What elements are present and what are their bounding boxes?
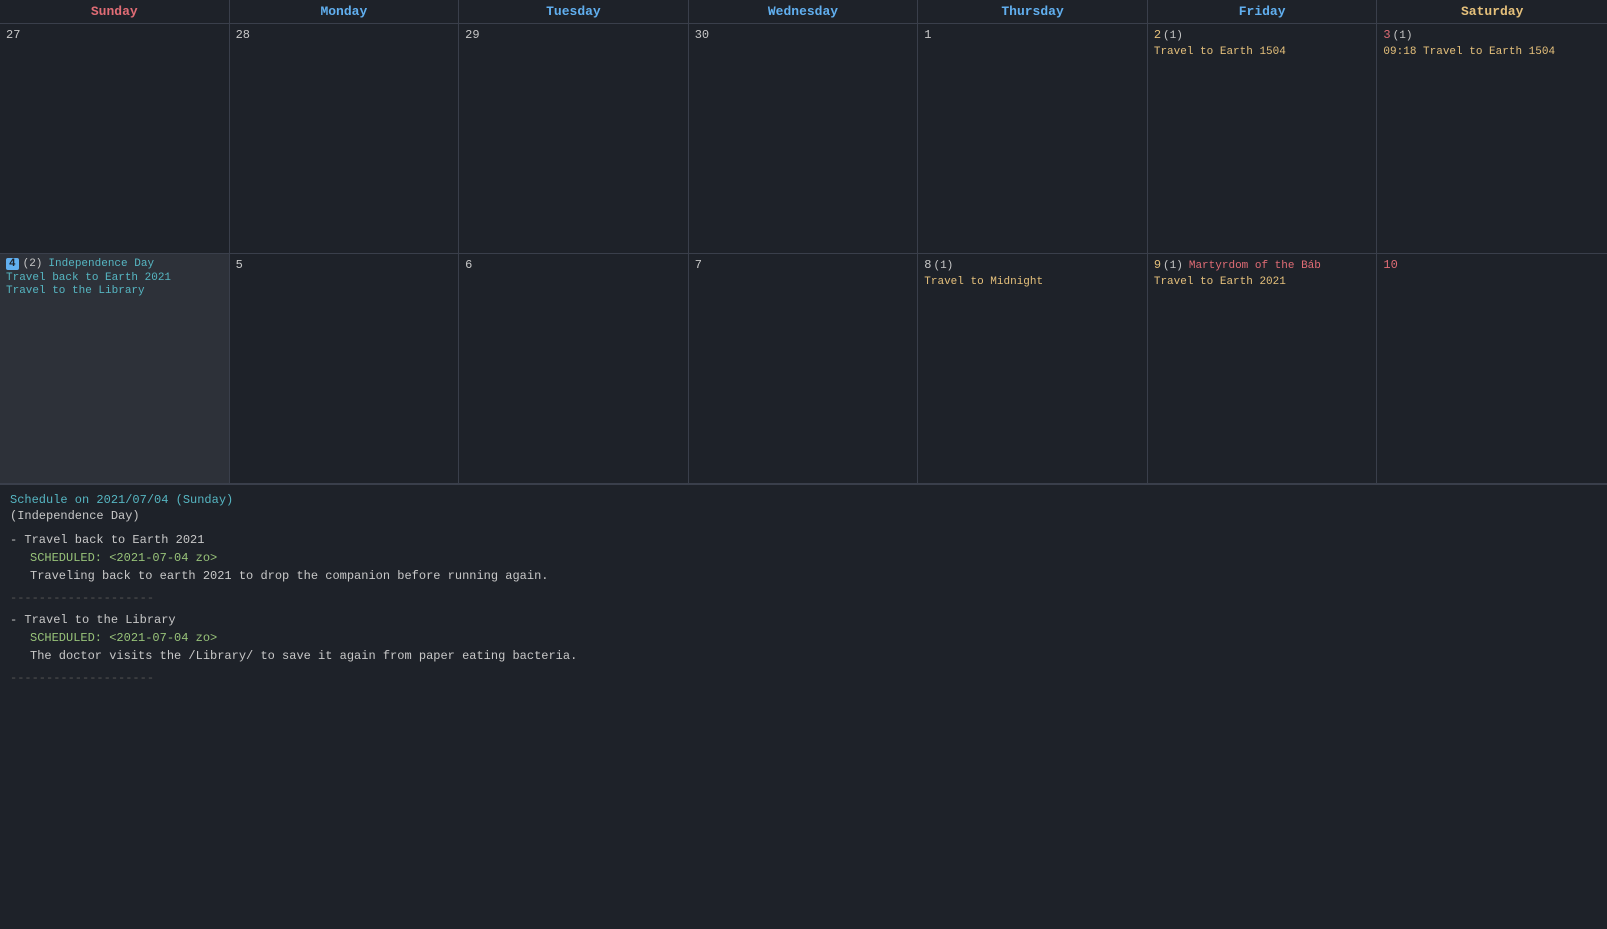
event-count-3: (1) <box>1393 30 1413 42</box>
calendar-cell-6[interactable]: 6 <box>459 254 689 484</box>
day-number-8: 8 <box>924 258 931 272</box>
calendar-cell-30[interactable]: 30 <box>689 24 919 254</box>
day-number-27: 27 <box>6 28 20 42</box>
schedule-divider-1: -------------------- <box>10 591 1597 605</box>
calendar-grid: 27 28 29 30 1 <box>0 24 1607 484</box>
schedule-entry-2: - Travel to the Library SCHEDULED: <2021… <box>10 613 1597 663</box>
day-number-3: 3 <box>1383 28 1390 42</box>
calendar-cell-28[interactable]: 28 <box>230 24 460 254</box>
day-number-30: 30 <box>695 28 709 42</box>
schedule-description-1: Traveling back to earth 2021 to drop the… <box>30 569 1597 583</box>
calendar-container: Sunday Monday Tuesday Wednesday Thursday… <box>0 0 1607 701</box>
schedule-section: Schedule on 2021/07/04 (Sunday) (Indepen… <box>0 484 1607 701</box>
event-3-1[interactable]: 09:18 Travel to Earth 1504 <box>1383 46 1601 58</box>
calendar-cell-3[interactable]: 3 (1) 09:18 Travel to Earth 1504 <box>1377 24 1607 254</box>
calendar-cell-8[interactable]: 8 (1) Travel to Midnight <box>918 254 1148 484</box>
header-friday: Friday <box>1148 0 1378 23</box>
event-9-1[interactable]: Travel to Earth 2021 <box>1154 276 1371 288</box>
schedule-event-title-1: - Travel back to Earth 2021 <box>10 533 1597 547</box>
schedule-scheduled-1: SCHEDULED: <2021-07-04 zo> <box>30 551 1597 565</box>
calendar-cell-2[interactable]: 2 (1) Travel to Earth 1504 <box>1148 24 1378 254</box>
day-number-28: 28 <box>236 28 250 42</box>
event-4-2[interactable]: Travel to the Library <box>6 285 223 297</box>
day-number-9: 9 <box>1154 258 1161 272</box>
calendar-cell-5[interactable]: 5 <box>230 254 460 484</box>
schedule-divider-2: -------------------- <box>10 671 1597 685</box>
calendar-cell-9[interactable]: 9 (1) Martyrdom of the Báb Travel to Ear… <box>1148 254 1378 484</box>
calendar-header: Sunday Monday Tuesday Wednesday Thursday… <box>0 0 1607 24</box>
calendar-cell-27[interactable]: 27 <box>0 24 230 254</box>
event-count-9: (1) <box>1163 260 1183 272</box>
calendar-cell-7[interactable]: 7 <box>689 254 919 484</box>
day-number-29: 29 <box>465 28 479 42</box>
header-wednesday: Wednesday <box>689 0 919 23</box>
day-number-6: 6 <box>465 258 472 272</box>
calendar-cell-1[interactable]: 1 <box>918 24 1148 254</box>
header-monday: Monday <box>230 0 460 23</box>
header-saturday: Saturday <box>1377 0 1607 23</box>
schedule-entry-1: - Travel back to Earth 2021 SCHEDULED: <… <box>10 533 1597 583</box>
event-8-1[interactable]: Travel to Midnight <box>924 276 1141 288</box>
header-sunday: Sunday <box>0 0 230 23</box>
day-number-10: 10 <box>1383 258 1397 272</box>
event-count-8: (1) <box>933 260 953 272</box>
day-number-2: 2 <box>1154 28 1161 42</box>
day-number-7: 7 <box>695 258 702 272</box>
event-count-2: (1) <box>1163 30 1183 42</box>
schedule-description-2: The doctor visits the /Library/ to save … <box>30 649 1597 663</box>
schedule-scheduled-2: SCHEDULED: <2021-07-04 zo> <box>30 631 1597 645</box>
schedule-event-title-2: - Travel to the Library <box>10 613 1597 627</box>
event-2-1[interactable]: Travel to Earth 1504 <box>1154 46 1371 58</box>
event-count-4: (2) <box>23 258 43 270</box>
day-badge-4: 4 <box>6 258 19 270</box>
calendar-cell-29[interactable]: 29 <box>459 24 689 254</box>
schedule-title: Schedule on 2021/07/04 (Sunday) <box>10 493 1597 507</box>
day-number-5: 5 <box>236 258 243 272</box>
event-4-1[interactable]: Travel back to Earth 2021 <box>6 272 223 284</box>
schedule-subtitle: (Independence Day) <box>10 509 1597 523</box>
calendar-cell-10[interactable]: 10 <box>1377 254 1607 484</box>
header-thursday: Thursday <box>918 0 1148 23</box>
calendar-cell-4[interactable]: 4 (2) Independence Day Travel back to Ea… <box>0 254 230 484</box>
holiday-label-4: Independence Day <box>48 258 154 270</box>
holiday-label-9: Martyrdom of the Báb <box>1189 260 1321 272</box>
day-number-1: 1 <box>924 28 931 42</box>
header-tuesday: Tuesday <box>459 0 689 23</box>
